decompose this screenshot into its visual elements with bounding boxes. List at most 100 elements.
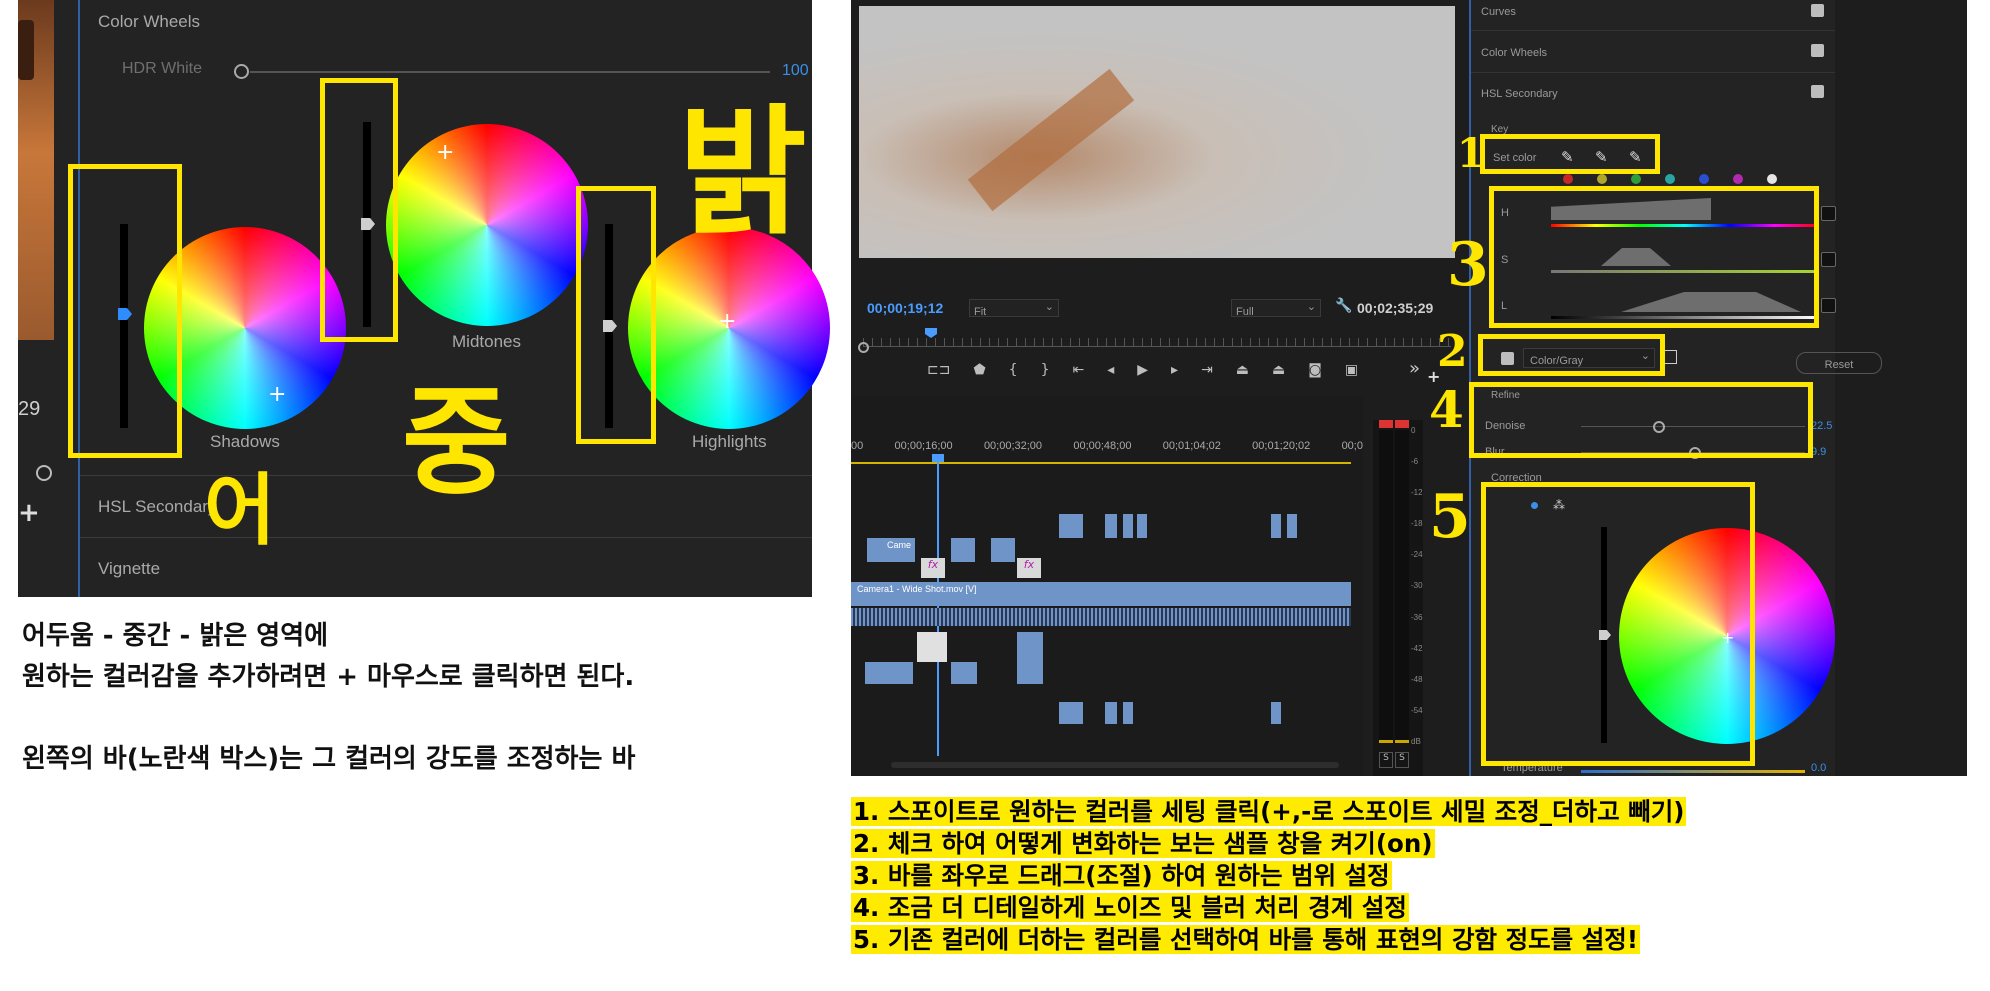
timeline-clip[interactable] (1137, 514, 1147, 538)
swatch-white[interactable] (1767, 174, 1777, 184)
ruler-tick: 00;0 (1341, 440, 1363, 452)
timeline-clip[interactable] (991, 538, 1015, 562)
marker-icon[interactable]: ⊏⊐ (927, 362, 950, 382)
go-to-in-icon[interactable]: ⇤ (1072, 362, 1084, 382)
audio-clip[interactable] (1059, 702, 1083, 724)
solo-button-right[interactable]: S (1395, 752, 1409, 768)
audio-clip[interactable] (865, 662, 913, 684)
highlights-crosshair[interactable]: + (718, 311, 736, 333)
section-hsl-secondary[interactable]: HSL Secondary (98, 497, 216, 517)
timeline-scrollbar[interactable] (891, 762, 1339, 768)
annotation-number-3: 3 (1447, 230, 1489, 300)
audio-waveform-track[interactable] (851, 608, 1351, 626)
hue-checkbox[interactable] (1821, 206, 1836, 221)
swatch-yellow[interactable] (1597, 174, 1607, 184)
meter-scale-label: -18 (1411, 519, 1423, 529)
midtones-color-wheel[interactable] (386, 124, 588, 326)
zoom-select[interactable]: Fit ⌄ (969, 299, 1059, 318)
timeline-clip[interactable] (1123, 514, 1133, 538)
audio-clip[interactable] (1105, 702, 1117, 724)
overflow-button[interactable]: » (1409, 358, 1420, 379)
section-vignette[interactable]: Vignette (98, 559, 160, 579)
mark-out-icon[interactable]: } (1041, 362, 1050, 382)
timeline-clip[interactable] (951, 538, 975, 562)
extract-icon[interactable]: ⏏ (1272, 362, 1285, 382)
wrench-icon[interactable]: 🔧 (1335, 298, 1352, 314)
playhead-ruler[interactable] (863, 338, 1451, 347)
hsl-secondary-checkbox[interactable] (1811, 85, 1824, 98)
comparison-icon[interactable]: ▣ (1345, 362, 1358, 382)
curves-checkbox[interactable] (1811, 4, 1824, 17)
reset-button-frame[interactable]: Reset (1796, 352, 1882, 374)
play-icon[interactable]: ▶ (1137, 362, 1148, 382)
playhead-marker[interactable] (925, 328, 937, 338)
swatch-magenta[interactable] (1733, 174, 1743, 184)
audio-clip[interactable] (951, 662, 977, 684)
section-hsl-secondary[interactable]: HSL Secondary (1481, 88, 1558, 100)
audio-clip[interactable] (1123, 702, 1133, 724)
meter-clip-indicator (1395, 420, 1409, 428)
section-divider (1471, 72, 1835, 73)
temperature-value[interactable]: 0.0 (1811, 762, 1826, 774)
quality-select[interactable]: Full ⌄ (1231, 299, 1321, 318)
color-swatch-row (1563, 174, 1803, 184)
step-back-icon[interactable]: ◂ (1107, 362, 1114, 382)
lift-icon[interactable]: ⏏ (1236, 362, 1249, 382)
camera-icon[interactable]: ◙ (1308, 362, 1322, 382)
timeline-playhead[interactable] (937, 456, 939, 756)
audio-clip[interactable] (917, 632, 947, 662)
annotation-box-refine (1469, 382, 1813, 458)
ruler-tick: 00;00;48;00 (1073, 440, 1132, 452)
ruler-tick: 00;00;16;00 (894, 440, 953, 452)
luminance-checkbox[interactable] (1821, 298, 1836, 313)
fx-badge[interactable]: fx (921, 558, 945, 578)
audio-clip[interactable] (1017, 632, 1043, 662)
swatch-red[interactable] (1563, 174, 1573, 184)
section-color-wheels[interactable]: Color Wheels (1481, 47, 1547, 59)
timeline-panel: 00 00;00;16;00 00;00;32;00 00;00;48;00 0… (851, 396, 1363, 776)
timeline-clip[interactable] (1287, 514, 1297, 538)
mark-in-icon[interactable]: { (1009, 362, 1018, 382)
timecode-current[interactable]: 00;00;19;12 (867, 300, 943, 316)
annotation-number-2: 2 (1437, 326, 1468, 377)
section-color-wheels[interactable]: Color Wheels (98, 12, 200, 32)
zoom-value: Fit (974, 306, 987, 318)
midtones-crosshair[interactable]: + (436, 142, 454, 164)
annotation-box-midtones-bar (320, 78, 398, 342)
saturation-checkbox[interactable] (1821, 252, 1836, 267)
meter-scale-label: -24 (1411, 550, 1423, 560)
section-curves[interactable]: Curves (1481, 6, 1516, 18)
swatch-cyan[interactable] (1665, 174, 1675, 184)
audio-clip[interactable] (1271, 702, 1281, 724)
annotation-box-shadows-bar (68, 164, 182, 458)
side-slider-knob[interactable] (36, 465, 52, 481)
side-plus-icon[interactable]: + (18, 498, 40, 528)
step-4: 4. 조금 더 디테일하게 노이즈 및 블러 처리 경계 설정 (851, 893, 1409, 922)
color-wheels-checkbox[interactable] (1811, 44, 1824, 57)
step-forward-icon[interactable]: ▸ (1171, 362, 1178, 382)
timeline-playhead-top[interactable] (932, 454, 944, 462)
step-5: 5. 기존 컬러에 더하는 컬러를 선택하여 바를 통해 표현의 강함 정도를 … (851, 925, 1641, 954)
annotation-number-4: 4 (1429, 380, 1464, 439)
temperature-track[interactable] (1581, 770, 1805, 773)
step-2: 2. 체크 하여 어떻게 변화하는 보는 샘플 창을 켜기(on) (851, 829, 1435, 858)
solo-button-left[interactable]: S (1379, 752, 1393, 768)
go-to-out-icon[interactable]: ⇥ (1201, 362, 1213, 382)
timeline-clip[interactable] (1271, 514, 1281, 538)
audio-clip[interactable] (1017, 662, 1043, 684)
shadows-crosshair[interactable]: + (268, 384, 286, 406)
swatch-green[interactable] (1631, 174, 1641, 184)
denoise-value[interactable]: 22.5 (1811, 420, 1832, 432)
timeline-clip[interactable] (1059, 514, 1083, 538)
fx-badge[interactable]: fx (1017, 558, 1041, 578)
timeline-clip-camera[interactable]: Came (867, 538, 915, 562)
swatch-blue[interactable] (1699, 174, 1709, 184)
chevron-down-icon: ⌄ (1306, 301, 1316, 313)
hdr-white-knob[interactable] (234, 64, 249, 79)
add-marker-icon[interactable]: ⬟ (973, 362, 985, 382)
blur-value[interactable]: 9.9 (1811, 446, 1826, 458)
handwriting-mid: 중 (402, 372, 511, 511)
timeline-clip-wide-shot[interactable]: Camera1 - Wide Shot.mov [V] (851, 582, 1351, 606)
timeline-clip[interactable] (1105, 514, 1117, 538)
ruler-start-knob[interactable] (858, 342, 869, 353)
